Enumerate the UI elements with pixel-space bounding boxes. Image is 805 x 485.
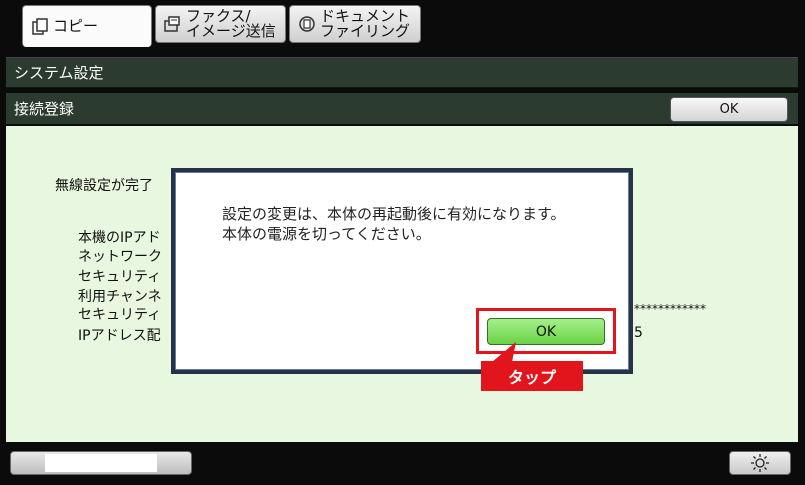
info-line-channel: 利用チャンネ [78, 289, 162, 305]
info-line-ip-assignment: IPアドレス配 [78, 328, 161, 344]
brightness-button[interactable] [729, 451, 791, 475]
connection-registration-title: 接続登録 [14, 100, 75, 118]
info-line-security-2: セキュリティ [78, 307, 162, 323]
fax-icon [164, 16, 180, 32]
info-line-network: ネットワーク [78, 249, 162, 265]
info-line-ip-address: 本機のIPアド [78, 230, 161, 246]
masked-key-value: ************ [634, 302, 706, 316]
tab-fax-label: ファクス/ イメージ送信 [186, 7, 276, 40]
wireless-complete-text: 無線設定が完了 [55, 178, 153, 194]
trailing-value: 5 [634, 325, 643, 341]
status-bar [10, 451, 192, 475]
system-settings-bar: システム設定 [6, 57, 798, 88]
header-ok-button[interactable]: OK [670, 97, 788, 122]
screen-frame: コピー ファクス/ イメージ送信 ドキュメント ファイリング システム設定 接続… [0, 0, 805, 485]
tab-document-filing-label: ドキュメント ファイリング [320, 7, 411, 40]
tap-label: タップ [481, 361, 583, 391]
brightness-icon [751, 454, 769, 472]
system-settings-title: システム設定 [14, 64, 104, 82]
tab-document-filing[interactable]: ドキュメント ファイリング [289, 5, 421, 43]
document-filing-icon [299, 16, 315, 32]
info-line-security: セキュリティ [78, 269, 162, 285]
status-display-slot [45, 454, 157, 472]
dialog-message-line2: 本体の電源を切ってください。 [222, 225, 431, 243]
tab-copy[interactable]: コピー [22, 5, 152, 47]
tab-copy-label: コピー [53, 17, 99, 35]
tab-fax-image-send[interactable]: ファクス/ イメージ送信 [155, 5, 286, 43]
copy-icon [32, 17, 48, 35]
dialog-message-line1: 設定の変更は、本体の再起動後に有効になります。 [222, 205, 566, 223]
